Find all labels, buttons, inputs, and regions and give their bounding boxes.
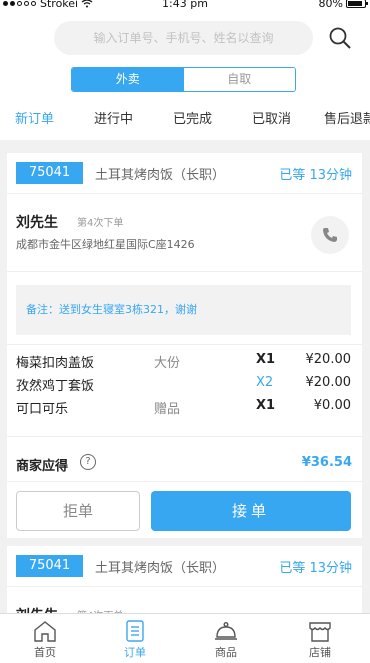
item-quantity: X2 <box>256 375 274 390</box>
wait-time: 已等 13分钟 <box>279 168 352 183</box>
reject-button[interactable]: 拒单 <box>16 491 140 531</box>
list-item: 梅菜扣肉盖饭 大份 X1 ¥20.00 <box>16 352 351 374</box>
search-icon[interactable] <box>329 27 351 49</box>
order-code-badge: 75041 <box>16 555 83 577</box>
item-quantity: X1 <box>256 398 276 413</box>
shop-name: 土耳其烤肉饭（长职） <box>95 561 226 576</box>
order-status-tabs: 新订单 进行中 已完成 已取消 售后退款 <box>0 108 370 140</box>
tab-completed[interactable]: 已完成 <box>173 108 212 127</box>
tabbar-products[interactable]: 商品 <box>196 620 256 660</box>
search-input[interactable]: 输入订单号、手机号、姓名以查询 <box>54 21 313 55</box>
header: 输入订单号、手机号、姓名以查询 外卖 自取 新订单 进行中 已完成 已取消 售后… <box>0 12 370 140</box>
tabbar-store[interactable]: 店铺 <box>290 620 350 660</box>
item-price: ¥20.00 <box>305 352 352 367</box>
call-button[interactable] <box>311 216 349 254</box>
customer-name: 刘先生 <box>16 215 58 231</box>
tab-in-progress[interactable]: 进行中 <box>94 108 133 127</box>
battery-percent: 80% <box>318 0 343 10</box>
item-spec: 大份 <box>154 356 181 371</box>
home-icon <box>34 621 56 642</box>
order-note: 备注：送到女生寝室3栋321，谢谢 <box>16 285 351 335</box>
total-label: 商家应得 <box>16 459 69 474</box>
segment-delivery[interactable]: 外卖 <box>72 68 184 91</box>
total-amount: ¥36.54 <box>301 455 352 470</box>
tabbar-store-label: 店铺 <box>309 646 331 659</box>
segment-pickup[interactable]: 自取 <box>183 68 295 91</box>
item-price: ¥20.00 <box>305 375 352 390</box>
divider <box>7 193 362 194</box>
item-spec: 赠品 <box>154 402 181 417</box>
tabbar-orders[interactable]: 订单 <box>105 620 165 660</box>
item-price: ¥0.00 <box>313 398 351 413</box>
shop-name: 土耳其烤肉饭（长职） <box>95 168 226 183</box>
help-icon[interactable]: ? <box>80 454 96 470</box>
delivery-type-toggle: 外卖 自取 <box>71 67 296 92</box>
status-time: 1:43 pm <box>162 0 208 10</box>
tab-cancelled[interactable]: 已取消 <box>252 108 291 127</box>
tabbar-orders-label: 订单 <box>124 646 146 659</box>
divider <box>7 481 362 482</box>
item-name: 梅菜扣肉盖饭 <box>16 356 95 371</box>
order-code-badge: 75041 <box>16 162 83 184</box>
item-name: 孜然鸡丁套饭 <box>16 379 95 394</box>
battery-icon <box>346 0 368 8</box>
cloche-icon <box>215 622 237 640</box>
tab-refunds[interactable]: 售后退款 <box>324 108 370 127</box>
divider <box>7 344 362 345</box>
tabbar-home[interactable]: 首页 <box>15 620 75 660</box>
item-name: 可口可乐 <box>16 402 69 417</box>
divider <box>7 586 362 587</box>
order-list-icon <box>126 620 144 642</box>
tabbar-home-label: 首页 <box>34 646 56 659</box>
accept-button[interactable]: 接单 <box>151 491 351 531</box>
tabbar-products-label: 商品 <box>215 646 237 659</box>
status-bar: Strokei 1:43 pm 80% <box>0 0 370 12</box>
order-card: 75041 土耳其烤肉饭（长职） 已等 13分钟 刘先生 第4次下单 成都市金牛… <box>7 153 362 538</box>
list-item: 可口可乐 赠品 X1 ¥0.00 <box>16 398 351 420</box>
divider <box>7 271 362 272</box>
phone-icon <box>323 228 337 242</box>
customer-address: 成都市金牛区绿地红星国际C座1426 <box>16 238 195 251</box>
order-count: 第4次下单 <box>77 218 124 229</box>
tab-new-orders[interactable]: 新订单 <box>15 108 54 127</box>
store-icon <box>309 622 331 642</box>
wait-time: 已等 13分钟 <box>279 561 352 576</box>
bottom-tab-bar: 首页 订单 商品 店铺 <box>0 613 370 663</box>
list-item: 孜然鸡丁套饭 X2 ¥20.00 <box>16 375 351 397</box>
divider <box>7 436 362 437</box>
item-quantity: X1 <box>256 352 276 367</box>
